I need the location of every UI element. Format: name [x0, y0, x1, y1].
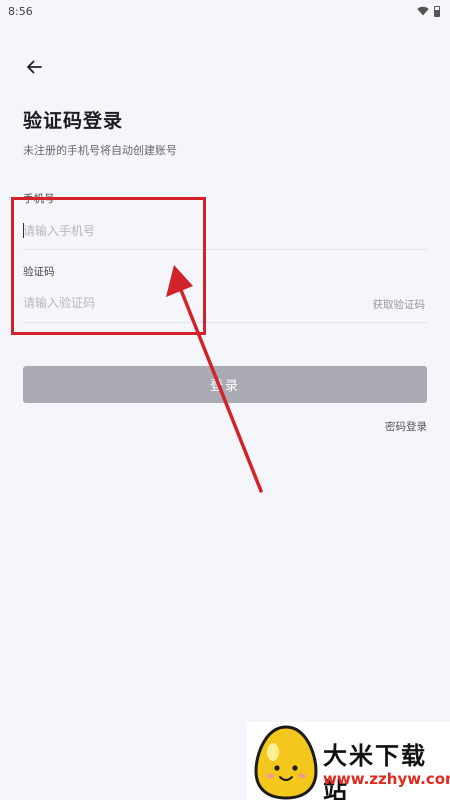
annotation-arrow: [166, 265, 263, 493]
egg-mascot-icon: [254, 725, 318, 800]
watermark-title: 大米下载站: [323, 742, 427, 800]
watermark: 大米下载站 www.zzhyw.com: [247, 722, 450, 800]
watermark-url: www.zzhyw.com: [323, 770, 450, 788]
